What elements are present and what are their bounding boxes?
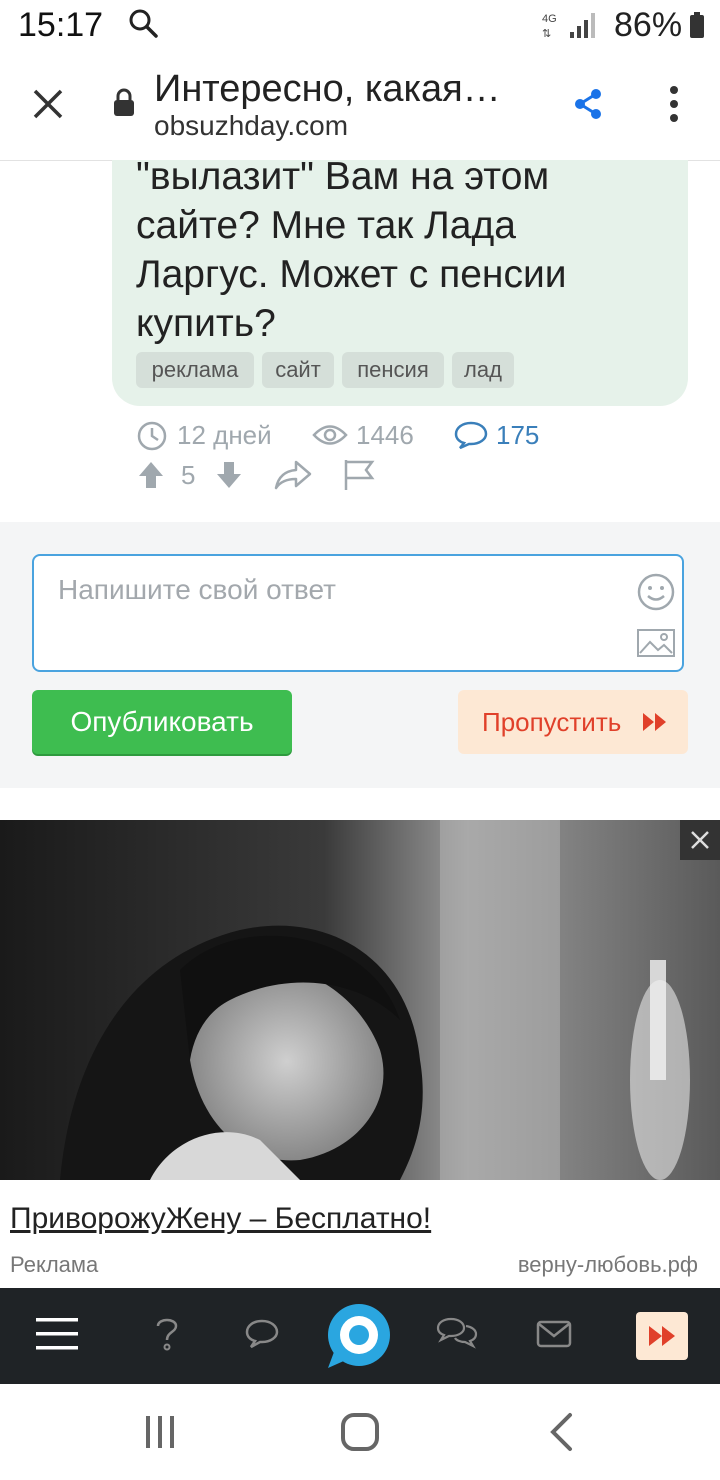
signal-icon: 4G ⇅ [542, 13, 595, 40]
eye-icon [312, 425, 348, 445]
reply-placeholder: Напишите свой ответ [58, 574, 336, 605]
recents-icon[interactable] [142, 1414, 178, 1450]
tag-lad[interactable]: лад [452, 352, 514, 388]
share-arrow-icon[interactable] [274, 460, 312, 490]
question-icon[interactable] [152, 1314, 182, 1354]
menu-icon[interactable] [36, 1316, 78, 1352]
chat-icon[interactable] [244, 1318, 280, 1350]
home-icon[interactable] [340, 1412, 380, 1452]
publish-button[interactable]: Опубликовать [32, 690, 292, 754]
reply-textarea[interactable] [32, 554, 684, 672]
emoji-icon[interactable] [636, 572, 676, 612]
home-logo-icon[interactable] [326, 1302, 392, 1370]
upvote-icon[interactable] [138, 460, 164, 490]
question-line: Ларгус. Может с пенсии [136, 253, 567, 296]
page-url[interactable]: obsuzhday.com [154, 110, 348, 142]
ad-label: Реклама [10, 1252, 99, 1277]
ad-close-icon[interactable] [680, 820, 720, 860]
battery-icon [690, 12, 704, 38]
skip-label: Пропустить [482, 707, 622, 737]
status-bar [0, 0, 720, 52]
close-icon[interactable] [30, 86, 66, 122]
search-icon [129, 9, 158, 38]
image-icon[interactable] [636, 628, 676, 658]
question-text: "вылазит" Вам на этом сайте? Мне так Лад… [136, 152, 676, 348]
back-icon[interactable] [548, 1412, 574, 1452]
tag-sait[interactable]: сайт [262, 352, 334, 388]
more-vertical-icon[interactable] [660, 84, 688, 124]
question-line: "вылазит" Вам на этом [136, 155, 550, 198]
question-line: купить? [136, 302, 276, 345]
post-age: 12 дней [177, 420, 272, 450]
views-count: 1446 [356, 420, 414, 450]
vote-count: 5 [181, 460, 196, 490]
tag-pensiya[interactable]: пенсия [342, 352, 444, 388]
svg-text:⇅: ⇅ [542, 28, 551, 40]
question-line: сайте? Мне так Лада [136, 204, 516, 247]
lock-icon [114, 88, 134, 116]
ad-domain[interactable]: верну-любовь.рф [518, 1252, 698, 1278]
ad-image[interactable] [0, 820, 720, 1180]
clock-icon [137, 421, 167, 451]
flag-icon[interactable] [342, 458, 376, 492]
comment-icon[interactable] [454, 420, 488, 450]
share-icon[interactable] [570, 86, 606, 122]
downvote-icon[interactable] [216, 460, 242, 490]
page-title: Интересно, какая… [154, 68, 501, 110]
tag-reklama[interactable]: реклама [136, 352, 254, 388]
fast-forward-icon[interactable] [636, 1312, 688, 1360]
fast-forward-icon [643, 713, 666, 731]
comments-count[interactable]: 175 [496, 420, 539, 451]
conversations-icon[interactable] [436, 1316, 478, 1350]
network-label: 4G [542, 13, 557, 25]
mail-icon[interactable] [536, 1320, 572, 1348]
ad-headline-link[interactable]: ПриворожуЖену – Бесплатно! [10, 1202, 431, 1236]
battery-percent: 86% [614, 6, 683, 44]
status-time: 15:17 [18, 6, 104, 44]
